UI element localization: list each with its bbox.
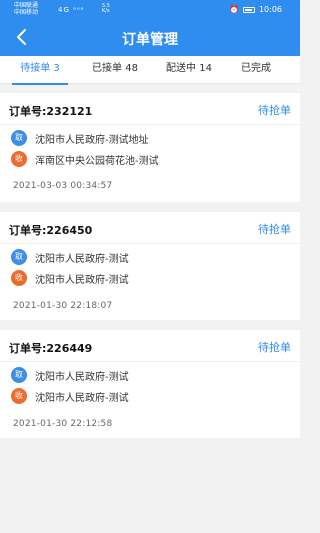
receive-address-text: 浑南区中央公园荷花池-测试 [35, 155, 159, 167]
receive-address: 收 浑南区中央公园荷花池-测试 [11, 151, 159, 167]
tab-pending-label: 待接单 3 [20, 63, 60, 74]
order-card[interactable]: 订单号:226450 待抢单 取 沈阳市人民政府-测试 收 沈阳市人民政府-测试… [0, 212, 300, 320]
receive-address-text: 沈阳市人民政府-测试 [35, 392, 129, 404]
grab-order-button[interactable]: 待抢单 [258, 102, 291, 118]
tab-active-underline [12, 83, 68, 85]
carrier-2: 中国移动 [14, 9, 39, 16]
receive-address-text: 沈阳市人民政府-测试 [35, 274, 129, 286]
order-time: 2021-01-30 22:12:58 [13, 419, 113, 429]
order-number: 订单号:226450 [9, 224, 93, 237]
order-time: 2021-03-03 00:34:57 [13, 181, 113, 191]
divider [0, 361, 300, 362]
order-time: 2021-01-30 22:18:07 [13, 301, 113, 311]
speed-unit: K/s [102, 8, 110, 14]
pickup-address-text: 沈阳市人民政府-测试 [35, 253, 129, 265]
tab-accepted[interactable]: 已接单 48 [82, 56, 148, 84]
battery-icon [242, 6, 255, 13]
tab-completed[interactable]: 已完成 [228, 56, 284, 84]
tab-completed-label: 已完成 [241, 63, 271, 74]
order-card[interactable]: 订单号:232121 待抢单 取 沈阳市人民政府-测试地址 收 浑南区中央公园荷… [0, 93, 300, 202]
order-card[interactable]: 订单号:226449 待抢单 取 沈阳市人民政府-测试 收 沈阳市人民政府-测试… [0, 330, 300, 438]
pickup-badge: 取 [11, 130, 27, 146]
order-number: 订单号:232121 [9, 105, 93, 118]
order-number: 订单号:226449 [9, 342, 93, 355]
pickup-address-text: 沈阳市人民政府-测试 [35, 371, 129, 383]
receive-badge: 收 [11, 388, 27, 404]
receive-badge: 收 [11, 151, 27, 167]
divider [0, 243, 300, 244]
carrier-1: 中国联通 [14, 2, 39, 9]
alarm-icon: ⏰ [228, 5, 239, 14]
grab-order-button[interactable]: 待抢单 [258, 221, 291, 237]
grab-order-button[interactable]: 待抢单 [258, 339, 291, 355]
divider [0, 124, 300, 125]
receive-badge: 收 [11, 270, 27, 286]
tab-pending[interactable]: 待接单 3 [8, 56, 72, 85]
pickup-badge: 取 [11, 249, 27, 265]
status-right: ⏰ 10:06 [229, 5, 282, 14]
pickup-address: 取 沈阳市人民政府-测试 [11, 249, 129, 265]
pickup-address: 取 沈阳市人民政府-测试地址 [11, 130, 149, 146]
receive-address: 收 沈阳市人民政府-测试 [11, 270, 129, 286]
signal-indicator: 4G ᵃᵘᵃ [58, 6, 85, 14]
pickup-address-text: 沈阳市人民政府-测试地址 [35, 134, 149, 146]
order-tabs: 待接单 3 已接单 48 配送中 14 已完成 [0, 56, 300, 85]
pickup-badge: 取 [11, 367, 27, 383]
network-speed: 5.5 K/s [102, 4, 110, 14]
receive-address: 收 沈阳市人民政府-测试 [11, 388, 129, 404]
tab-accepted-label: 已接单 48 [92, 63, 138, 74]
page-title: 订单管理 [122, 32, 178, 48]
status-bar: 中国联通 中国移动 4G ᵃᵘᵃ 5.5 K/s ⏰ 10:06 [0, 0, 300, 20]
clock: 10:06 [258, 5, 282, 14]
tab-delivering-label: 配送中 14 [166, 63, 212, 74]
app-header: 中国联通 中国移动 4G ᵃᵘᵃ 5.5 K/s ⏰ 10:06 订单管理 [0, 0, 300, 56]
tab-delivering[interactable]: 配送中 14 [156, 56, 222, 84]
carrier-info: 中国联通 中国移动 [14, 2, 38, 16]
pickup-address: 取 沈阳市人民政府-测试 [11, 367, 129, 383]
